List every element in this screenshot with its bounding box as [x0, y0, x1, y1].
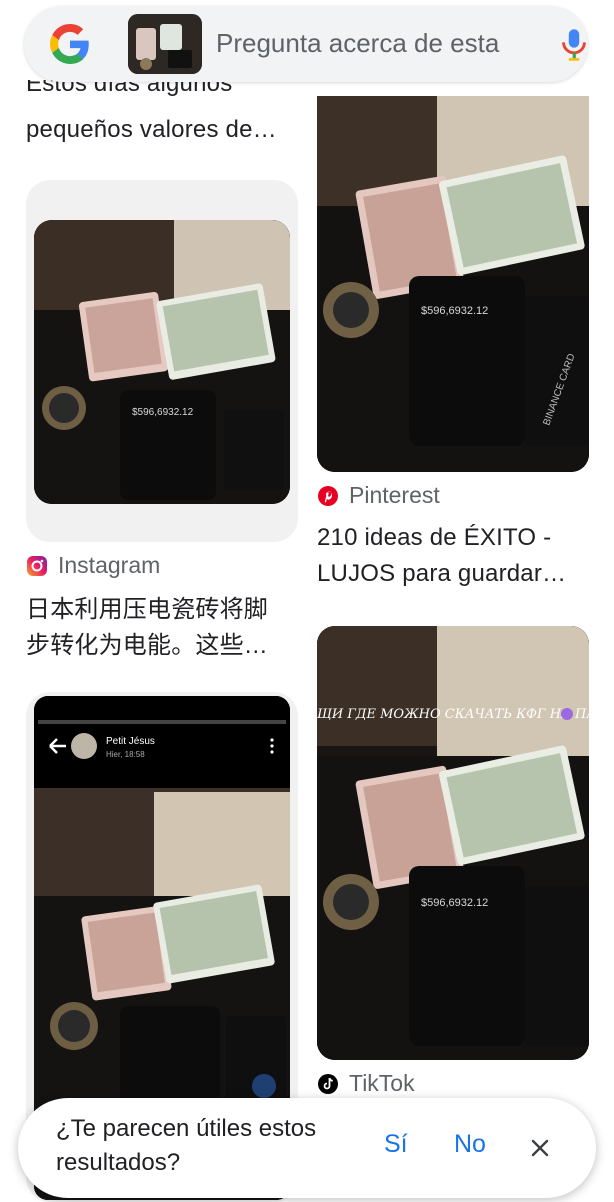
result-image[interactable]: ЩИ ГДЕ МОЖНО СКАЧАТЬ КФГ НА ПАБГ? $596,6…: [317, 626, 589, 1060]
feedback-yes-button[interactable]: Sí: [384, 1130, 408, 1159]
feedback-bar: ¿Te parecen útiles estos resultados? Sí …: [18, 1098, 596, 1198]
close-icon[interactable]: [528, 1136, 552, 1160]
post-username: Petit Jésus: [106, 736, 155, 747]
thumbnail-image: [128, 14, 202, 74]
feedback-question: ¿Te parecen útiles estos resultados?: [56, 1112, 376, 1180]
post-time: Hier, 18:58: [106, 750, 145, 759]
search-input[interactable]: Pregunta acerca de esta: [216, 28, 532, 59]
source-label: Pinterest: [349, 482, 440, 508]
source-instagram[interactable]: Instagram: [26, 552, 160, 579]
result-title[interactable]: 210 ideas de ÉXITO - LUJOS para guardar…: [317, 520, 566, 592]
microphone-icon[interactable]: [558, 28, 590, 62]
feedback-question-line-1: ¿Te parecen útiles estos: [56, 1115, 317, 1142]
phone-balance: $596,6932.12: [421, 305, 488, 317]
result-title[interactable]: 日本利用压电瓷砖将脚 步转化为电能。这些…: [26, 592, 268, 664]
google-logo-icon: [50, 24, 89, 64]
overlay-caption: ЩИ ГДЕ МОЖНО СКАЧАТЬ КФГ НА ПАБГ?: [317, 707, 589, 722]
query-image-thumbnail[interactable]: [128, 14, 202, 74]
pinterest-icon: [317, 485, 339, 507]
result-image[interactable]: $596,6932.12: [34, 220, 290, 504]
instagram-icon: [26, 555, 48, 577]
feedback-no-button[interactable]: No: [454, 1130, 486, 1159]
phone-balance: $596,6932.12: [132, 407, 194, 418]
search-bar[interactable]: Pregunta acerca de esta: [24, 6, 588, 82]
source-label: TikTok: [349, 1070, 415, 1096]
phone-balance: $596,6932.12: [421, 897, 488, 909]
title-line-1: 210 ideas de ÉXITO -: [317, 524, 552, 551]
result-title[interactable]: pequeños valores de…: [26, 112, 277, 148]
source-pinterest[interactable]: Pinterest: [317, 482, 440, 509]
source-label: Instagram: [58, 552, 161, 578]
title-line-1: 日本利用压电瓷砖将脚: [26, 596, 268, 623]
tiktok-icon: [317, 1073, 339, 1095]
source-tiktok[interactable]: TikTok: [317, 1070, 415, 1097]
title-line-2: LUJOS para guardar…: [317, 560, 567, 587]
title-line-2: 步转化为电能。这些…: [26, 632, 268, 659]
feedback-question-line-2: resultados?: [56, 1149, 181, 1176]
result-title-cut: Estos días algunos: [26, 80, 233, 97]
result-image[interactable]: $596,6932.12 BINANCE CARD: [317, 96, 589, 472]
